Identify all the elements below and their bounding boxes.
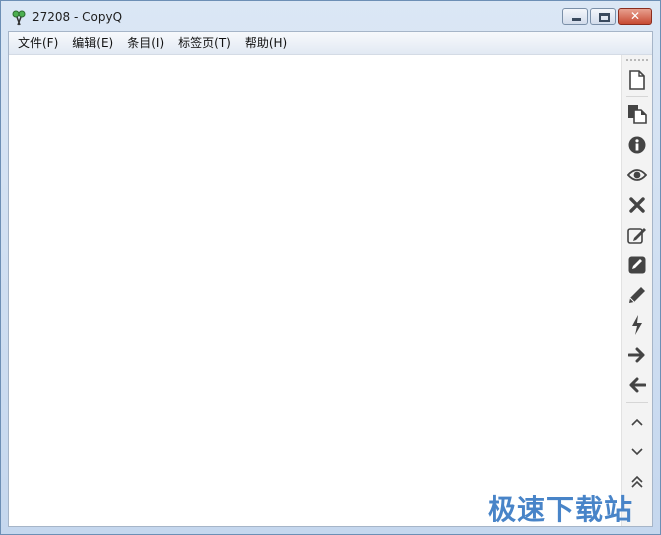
window-title: 27208 - CopyQ <box>32 10 123 24</box>
watermark-text: 极速下载站 <box>488 493 634 526</box>
menu-edit[interactable]: 编辑(E) <box>65 32 120 54</box>
preview-button[interactable] <box>626 164 648 186</box>
edit-notes-icon <box>628 256 646 274</box>
double-chevron-up-icon <box>630 475 644 489</box>
copyq-window: 27208 - CopyQ ✕ 文件(F) 编辑(E) 条目(I) 标签页(T)… <box>0 0 661 535</box>
maximize-button[interactable] <box>590 8 616 25</box>
arrow-right-icon <box>628 347 646 363</box>
chevron-up-icon <box>630 417 644 427</box>
menu-file[interactable]: 文件(F) <box>11 32 65 54</box>
menu-bar: 文件(F) 编辑(E) 条目(I) 标签页(T) 帮助(H) <box>9 32 652 55</box>
toolbar-separator <box>626 96 648 97</box>
new-document-icon <box>628 70 646 90</box>
menu-item[interactable]: 条目(I) <box>120 32 171 54</box>
item-toolbar <box>621 55 652 526</box>
remove-button[interactable] <box>626 194 648 216</box>
caption-buttons: ✕ <box>560 8 652 27</box>
copy-button[interactable] <box>626 103 648 125</box>
move-down-button[interactable] <box>626 441 648 463</box>
arrow-left-icon <box>628 377 646 393</box>
client-area: 文件(F) 编辑(E) 条目(I) 标签页(T) 帮助(H) <box>8 31 653 527</box>
edit-notes-button[interactable] <box>626 254 648 276</box>
menu-help[interactable]: 帮助(H) <box>238 32 294 54</box>
move-up-button[interactable] <box>626 411 648 433</box>
title-bar[interactable]: 27208 - CopyQ ✕ <box>1 1 660 31</box>
pencil-icon <box>628 286 646 304</box>
chevron-down-icon <box>630 447 644 457</box>
close-icon: ✕ <box>629 9 641 23</box>
close-button[interactable]: ✕ <box>618 8 652 25</box>
toolbar-grip[interactable] <box>626 59 648 63</box>
minimize-icon <box>572 18 581 21</box>
maximize-icon <box>599 13 610 22</box>
minimize-button[interactable] <box>562 8 588 25</box>
action-button[interactable] <box>626 314 648 336</box>
show-info-button[interactable] <box>626 134 648 156</box>
info-icon <box>628 136 646 154</box>
copy-icon <box>627 104 647 124</box>
remove-x-icon <box>629 197 645 213</box>
eye-icon <box>627 168 647 182</box>
edit-external-icon <box>627 226 647 244</box>
toolbar-separator <box>626 402 648 403</box>
menu-tabs[interactable]: 标签页(T) <box>171 32 238 54</box>
clipboard-item-list[interactable] <box>9 55 622 526</box>
new-item-button[interactable] <box>626 69 648 91</box>
move-back-button[interactable] <box>626 374 648 396</box>
move-to-tab-button[interactable] <box>626 344 648 366</box>
copyq-scissors-icon <box>11 10 27 26</box>
lightning-action-icon <box>630 315 644 335</box>
edit-button[interactable] <box>626 284 648 306</box>
edit-external-button[interactable] <box>626 224 648 246</box>
